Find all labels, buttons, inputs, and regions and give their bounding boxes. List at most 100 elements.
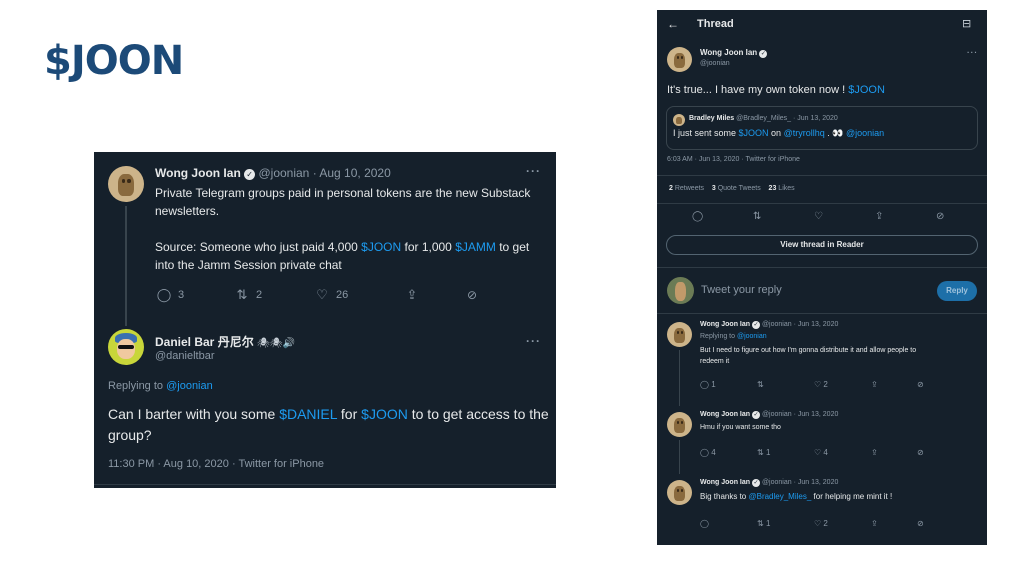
tweet-actions: ◯ ⇅ ♡ ⇪ ⊘ [692,211,944,222]
more-icon[interactable]: ··· [526,334,541,348]
tweet-date[interactable]: Aug 10, 2020 [319,166,390,180]
reply-icon: ◯ [700,448,709,457]
tweet-text: Big thanks to @Bradley_Miles_ for helpin… [700,492,893,501]
author-name[interactable]: Wong Joon Ian [700,411,750,418]
reader-view-icon[interactable]: ⊟ [962,17,971,30]
retweet-button[interactable]: ⇅ 1 [757,519,814,528]
mention-link[interactable]: @joonian [846,128,884,138]
verified-icon: ✓ [752,479,760,487]
reply-icon[interactable]: ◯ [692,211,753,222]
reply-input[interactable]: Tweet your reply [701,284,782,296]
reply-button[interactable]: ◯ 1 [700,380,757,389]
reply-button[interactable]: ◯ [700,519,757,528]
tweet-timestamp[interactable]: 11:30 PM · Aug 10, 2020 · Twitter for iP… [108,458,324,470]
quote-tweets-stat[interactable]: 3 Quote Tweets [712,185,761,192]
retweet-icon: ⇅ [757,448,764,457]
share-icon[interactable]: ⇪ [871,448,917,457]
heart-icon[interactable]: ♡ [814,211,875,222]
analytics-button[interactable]: ⊘ [464,288,480,302]
author-handle[interactable]: @joonian [762,479,792,486]
avatar[interactable] [667,322,692,347]
avatar [673,114,685,126]
quote-author-handle: @Bradley_Miles_ [736,115,792,122]
quote-date: · Jun 13, 2020 [793,115,838,122]
author-name[interactable]: Wong Joon Ian [155,166,241,180]
like-button[interactable]: ♡ 2 [814,519,871,528]
author-handle[interactable]: @danieltbar [155,350,214,362]
mention-link[interactable]: @joonian [166,380,213,392]
author-handle[interactable]: @joonian [258,166,309,180]
author-name[interactable]: Daniel Bar 丹尼尔 [155,335,254,349]
back-arrow-icon[interactable]: ← [667,17,679,31]
avatar[interactable] [108,329,144,365]
like-button[interactable]: ♡ 2 [814,380,871,389]
like-button[interactable]: ♡ 26 [314,287,404,303]
avatar[interactable] [667,480,692,505]
share-button[interactable]: ⇪ [404,287,464,303]
author-name[interactable]: Wong Joon Ian [700,479,750,486]
verified-icon: ✓ [752,411,760,419]
cashtag-link[interactable]: $DANIEL [279,406,337,422]
cashtag-link[interactable]: $JOON [739,128,769,138]
author-name[interactable]: Wong Joon Ian [700,321,750,328]
author-handle[interactable]: @joonian [762,321,792,328]
avatar[interactable] [108,166,144,202]
retweet-button[interactable]: ⇅ [757,380,814,389]
analytics-icon[interactable]: ⊘ [917,380,924,389]
retweets-stat[interactable]: 2 Retweets [669,185,704,192]
more-icon[interactable]: ··· [526,164,541,178]
cashtag-link[interactable]: $JOON [361,240,401,254]
tweet-actions: ◯ 3 ⇅ 2 ♡ 26 ⇪ ⊘ [156,287,480,303]
share-icon[interactable]: ⇪ [875,211,936,222]
heart-icon: ♡ [316,287,328,302]
share-icon[interactable]: ⇪ [871,380,917,389]
cashtag-link[interactable]: $JOON [361,406,408,422]
tweet-text: But I need to figure out how I'm gonna d… [700,347,917,365]
more-icon[interactable]: ··· [967,48,978,57]
heart-icon: ♡ [814,519,822,528]
retweet-button[interactable]: ⇅ 2 [234,287,314,303]
retweet-icon: ⇅ [757,519,764,528]
mention-link[interactable]: @joonian [737,333,767,340]
mention-link[interactable]: @tryrollhq [784,128,825,138]
tweet-date[interactable]: · Jun 13, 2020 [794,321,839,328]
analytics-icon[interactable]: ⊘ [917,519,924,528]
tweet-date[interactable]: · Jun 13, 2020 [794,411,839,418]
thread-line [125,206,127,326]
tweet-date[interactable]: · Jun 13, 2020 [794,479,839,486]
right-thread-screenshot: ← Thread ⊟ Wong Joon Ian ✓ @joonian ··· … [657,10,987,545]
retweet-icon: ⇅ [236,287,248,302]
reply-button[interactable]: ◯ 4 [700,448,757,457]
author-handle[interactable]: @joonian [700,60,730,67]
verified-icon: ✓ [244,169,256,180]
analytics-icon[interactable]: ⊘ [936,211,944,222]
like-button[interactable]: ♡ 4 [814,448,871,457]
cashtag-link[interactable]: $JAMM [455,240,496,254]
retweet-button[interactable]: ⇅ 1 [757,448,814,457]
verified-icon: ✓ [759,50,768,58]
quoted-tweet[interactable]: Bradley Miles @Bradley_Miles_ · Jun 13, … [666,106,978,150]
avatar[interactable] [667,47,692,72]
left-tweet-screenshot: Wong Joon Ian ✓ @joonian · Aug 10, 2020 … [94,152,556,488]
analytics-icon[interactable]: ⊘ [917,448,924,457]
retweet-icon[interactable]: ⇅ [753,211,814,222]
tweet-text: Hmu if you want some tho [700,424,781,431]
avatar[interactable] [667,412,692,437]
analytics-icon: ⊘ [466,288,478,302]
author-handle[interactable]: @joonian [762,411,792,418]
author-name[interactable]: Wong Joon Ian [700,48,757,57]
tweet-timestamp[interactable]: 6:03 AM · Jun 13, 2020 · Twitter for iPh… [667,156,800,163]
share-icon: ⇪ [406,287,418,302]
share-icon[interactable]: ⇪ [871,519,917,528]
cashtag-link[interactable]: $JOON [848,84,885,96]
reply-button[interactable]: ◯ 3 [156,287,234,303]
mention-link[interactable]: @Bradley_Miles_ [748,492,811,501]
reply-button[interactable]: Reply [937,281,977,301]
name-emoji: 🕷🕷🔊 [257,338,295,349]
likes-stat[interactable]: 23 Likes [769,185,795,192]
view-thread-button[interactable]: View thread in Reader [666,235,978,255]
retweet-icon: ⇅ [757,380,764,389]
tweet-text: It's true... I have my own token now ! $… [667,84,885,96]
reply-icon: ◯ [156,287,172,302]
slide-title: $JOON [44,38,184,84]
